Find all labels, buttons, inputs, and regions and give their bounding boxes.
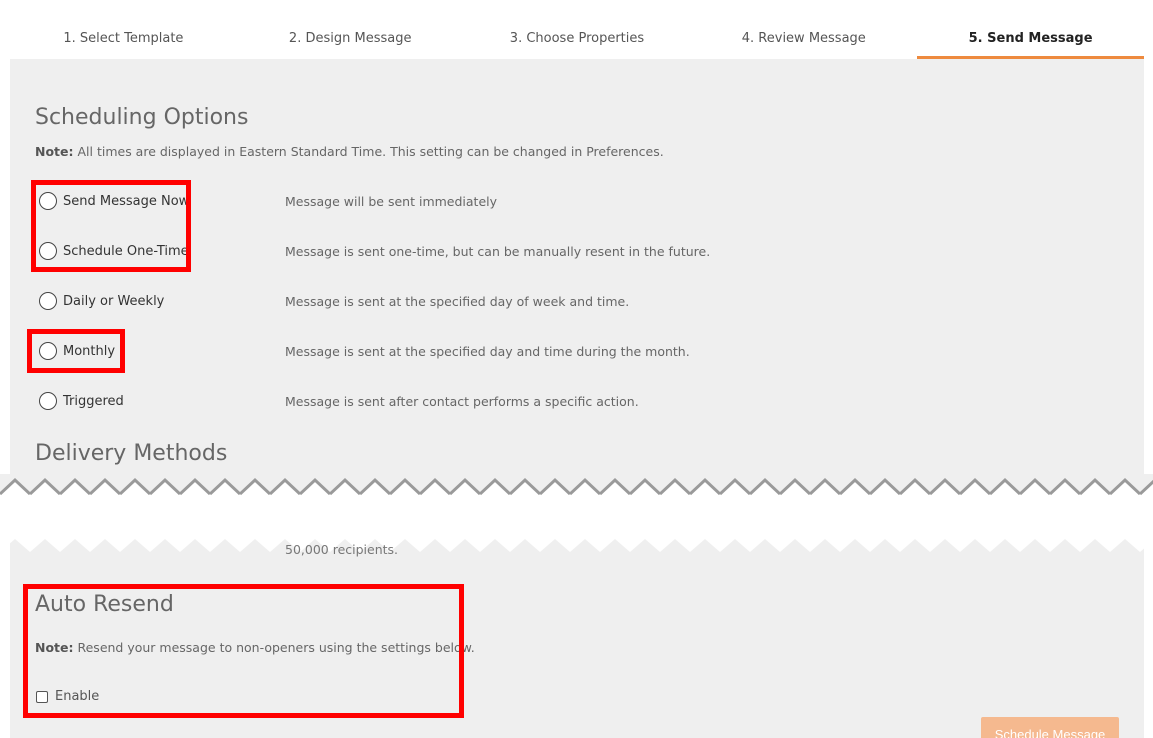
highlight-box-monthly [27, 329, 125, 373]
delivery-methods-title: Delivery Methods [35, 441, 228, 466]
tab-choose-properties[interactable]: 3. Choose Properties [464, 0, 691, 59]
option-description: Message is sent at the specified day and… [285, 343, 690, 359]
radio-triggered[interactable] [39, 392, 57, 410]
option-label[interactable]: Triggered [63, 394, 124, 409]
option-description: Message will be sent immediately [285, 193, 498, 209]
radio-daily-weekly[interactable] [39, 292, 57, 310]
tab-design-message[interactable]: 2. Design Message [237, 0, 464, 59]
option-monthly: Monthly Message is sent at the specified… [0, 339, 900, 363]
note-text: All times are displayed in Eastern Stand… [73, 144, 664, 159]
option-description: Message is sent one-time, but can be man… [285, 243, 711, 259]
tab-select-template[interactable]: 1. Select Template [10, 0, 237, 59]
highlight-box-auto-resend [23, 584, 464, 718]
option-description: Message is sent after contact performs a… [285, 393, 639, 409]
note-label: Note: [35, 144, 74, 159]
option-daily-weekly: Daily or Weekly Message is sent at the s… [0, 289, 900, 313]
highlight-box-send-options [31, 180, 191, 272]
scheduling-note: Note: All times are displayed in Eastern… [35, 144, 664, 159]
option-label[interactable]: Daily or Weekly [63, 294, 164, 309]
tab-review-message[interactable]: 4. Review Message [690, 0, 917, 59]
option-triggered: Triggered Message is sent after contact … [0, 389, 900, 413]
wizard-steps: 1. Select Template 2. Design Message 3. … [10, 0, 1144, 59]
torn-edge-bottom [0, 536, 1153, 554]
torn-edge-top [0, 474, 1153, 498]
scheduling-options-title: Scheduling Options [35, 105, 249, 130]
tab-send-message[interactable]: 5. Send Message [917, 0, 1144, 59]
delivery-recipients-text: 50,000 recipients. [285, 542, 399, 557]
option-description: Message is sent at the specified day of … [285, 293, 630, 309]
schedule-message-button[interactable]: Schedule Message [981, 717, 1119, 738]
